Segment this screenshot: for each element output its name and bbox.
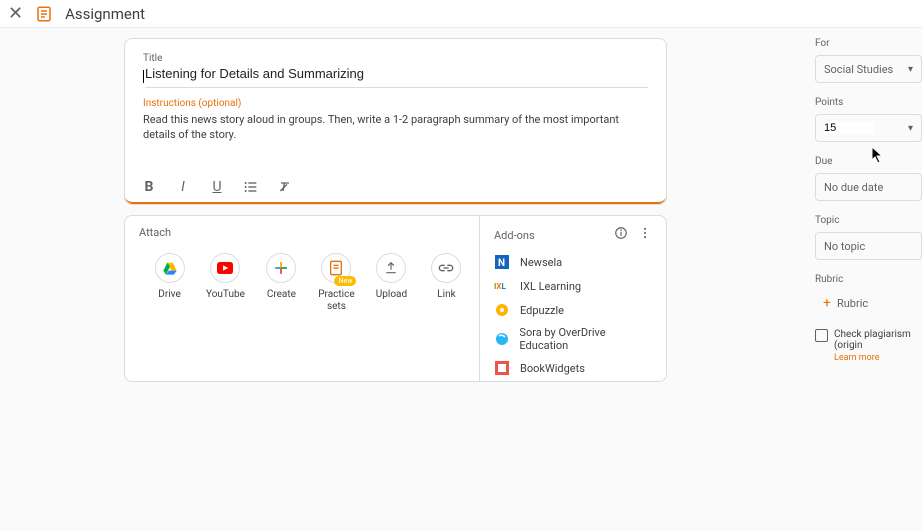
create-icon xyxy=(266,253,296,283)
attach-label: Attach xyxy=(139,226,465,239)
points-input[interactable] xyxy=(824,122,874,134)
svg-text:IXL: IXL xyxy=(494,282,506,291)
points-group: Points ▾ xyxy=(815,97,922,142)
attach-practice-sets[interactable]: New Practicesets xyxy=(318,253,355,313)
bold-button[interactable]: B xyxy=(139,177,159,197)
youtube-icon xyxy=(210,253,240,283)
info-icon[interactable] xyxy=(614,226,628,244)
addon-ixl[interactable]: IXL IXL Learning xyxy=(494,278,652,294)
topbar: ✕ Assignment xyxy=(0,0,922,28)
addon-sora[interactable]: Sora by OverDrive Education xyxy=(494,326,652,352)
italic-button[interactable]: I xyxy=(173,177,193,197)
attach-label-text: Practicesets xyxy=(318,289,354,313)
ixl-icon: IXL xyxy=(494,278,510,294)
title-row xyxy=(143,64,648,88)
plus-icon: + xyxy=(823,295,831,311)
addon-label: BookWidgets xyxy=(520,362,585,375)
drive-icon xyxy=(155,253,185,283)
attach-create[interactable]: Create xyxy=(263,253,300,313)
attach-panel: Attach Drive YouTube xyxy=(125,216,480,381)
attach-card: Attach Drive YouTube xyxy=(124,215,667,382)
addon-label: Edpuzzle xyxy=(520,304,564,317)
addons-panel: Add-ons N Newsela IXL IXL Learn xyxy=(480,216,666,381)
rubric-group: Rubric + Rubric xyxy=(815,274,922,315)
rubric-button[interactable]: + Rubric xyxy=(815,291,922,315)
addons-list: N Newsela IXL IXL Learning Edpuzzle Sora… xyxy=(494,254,652,376)
clear-format-button[interactable] xyxy=(275,177,295,197)
attach-label-text: Create xyxy=(267,289,296,301)
title-label: Title xyxy=(143,53,648,64)
attach-link[interactable]: Link xyxy=(428,253,465,313)
for-dropdown[interactable]: Social Studies ▾ xyxy=(815,55,922,83)
addon-newsela[interactable]: N Newsela xyxy=(494,254,652,270)
assignment-icon xyxy=(35,5,53,23)
newsela-icon: N xyxy=(494,254,510,270)
bookwidgets-icon xyxy=(494,360,510,376)
svg-text:N: N xyxy=(498,258,505,269)
addon-edpuzzle[interactable]: Edpuzzle xyxy=(494,302,652,318)
text-cursor xyxy=(143,70,144,83)
topic-group: Topic No topic xyxy=(815,215,922,260)
chevron-down-icon: ▾ xyxy=(908,123,913,134)
topic-field[interactable]: No topic xyxy=(815,232,922,260)
attach-label-text: Drive xyxy=(158,289,180,301)
link-icon xyxy=(431,253,461,283)
points-field[interactable]: ▾ xyxy=(815,114,922,142)
addon-label: Newsela xyxy=(520,256,562,269)
plagiarism-checkbox[interactable] xyxy=(815,329,828,342)
for-value: Social Studies xyxy=(824,63,893,76)
for-label: For xyxy=(815,38,922,49)
attach-drive[interactable]: Drive xyxy=(151,253,188,313)
page-title: Assignment xyxy=(65,5,145,23)
more-icon[interactable] xyxy=(638,226,652,244)
plagiarism-label: Check plagiarism (origin xyxy=(834,329,922,351)
title-input[interactable] xyxy=(145,64,648,88)
attach-row: Drive YouTube Create xyxy=(139,253,465,313)
attach-label-text: Link xyxy=(437,289,455,301)
addon-label: Sora by OverDrive Education xyxy=(519,326,652,352)
attach-upload[interactable]: Upload xyxy=(373,253,410,313)
assignment-editor-card: Title Instructions (optional) Read this … xyxy=(124,38,667,205)
attach-label-text: YouTube xyxy=(206,289,245,301)
underline-button[interactable]: U xyxy=(207,177,227,197)
attach-label-text: Upload xyxy=(376,289,407,301)
due-label: Due xyxy=(815,156,922,167)
instructions-label: Instructions (optional) xyxy=(143,98,648,109)
due-field[interactable]: No due date xyxy=(815,173,922,201)
sidebar: For Social Studies ▾ Points ▾ Due No due… xyxy=(815,38,922,363)
rubric-button-label: Rubric xyxy=(837,297,868,310)
format-toolbar: B I U xyxy=(125,170,666,204)
learn-more-link[interactable]: Learn more xyxy=(834,353,922,363)
due-group: Due No due date xyxy=(815,156,922,201)
edpuzzle-icon xyxy=(494,302,510,318)
chevron-down-icon: ▾ xyxy=(908,64,913,75)
close-icon[interactable]: ✕ xyxy=(8,3,23,24)
for-group: For Social Studies ▾ xyxy=(815,38,922,83)
points-label: Points xyxy=(815,97,922,108)
workspace: Title Instructions (optional) Read this … xyxy=(0,28,922,531)
addon-label: IXL Learning xyxy=(520,280,581,293)
bullet-list-button[interactable] xyxy=(241,177,261,197)
addon-bookwidgets[interactable]: BookWidgets xyxy=(494,360,652,376)
attach-youtube[interactable]: YouTube xyxy=(206,253,245,313)
rubric-label: Rubric xyxy=(815,274,922,285)
topic-value: No topic xyxy=(824,240,865,253)
addons-header: Add-ons xyxy=(494,226,652,244)
new-badge: New xyxy=(334,276,356,286)
instructions-text[interactable]: Read this news story aloud in groups. Th… xyxy=(143,112,648,143)
sora-icon xyxy=(494,331,509,347)
due-value: No due date xyxy=(824,181,883,194)
upload-icon xyxy=(376,253,406,283)
practice-sets-icon: New xyxy=(321,253,351,283)
topic-label: Topic xyxy=(815,215,922,226)
plagiarism-row: Check plagiarism (origin xyxy=(815,329,922,351)
addons-label: Add-ons xyxy=(494,229,535,242)
